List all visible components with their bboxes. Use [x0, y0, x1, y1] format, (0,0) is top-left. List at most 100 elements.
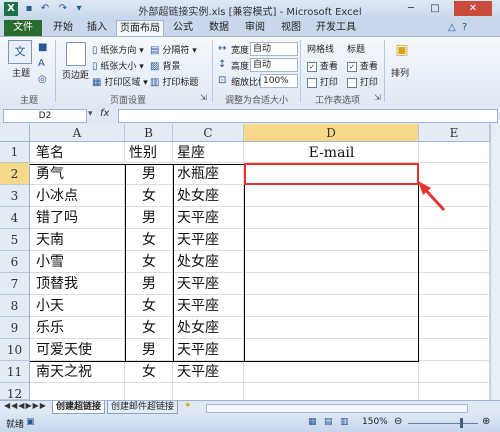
theme-effects-icon[interactable]: ◎ — [38, 74, 47, 85]
table-cell[interactable]: 天平座 — [173, 229, 244, 251]
name-box[interactable]: D2 — [3, 109, 87, 123]
tab-review[interactable]: 审阅 — [240, 20, 270, 36]
page-setup-launcher-icon[interactable]: ⇲ — [200, 93, 207, 102]
normal-view-icon[interactable]: ▦ — [308, 417, 317, 427]
tab-insert[interactable]: 插入 — [82, 20, 112, 36]
header-cell[interactable]: E-mail — [244, 142, 419, 163]
table-cell[interactable]: 天平座 — [173, 273, 244, 295]
table-cell[interactable]: 女 — [125, 185, 173, 207]
table-cell[interactable]: 处女座 — [173, 317, 244, 339]
maximize-button[interactable]: □ — [424, 1, 446, 16]
close-button[interactable]: ✕ — [454, 1, 492, 16]
table-cell[interactable]: 天平座 — [173, 295, 244, 317]
tab-formulas[interactable]: 公式 — [168, 20, 198, 36]
margins-button[interactable]: 页边距 — [62, 68, 89, 81]
table-cell[interactable] — [244, 361, 419, 383]
table-cell[interactable]: 女 — [125, 251, 173, 273]
table-cell[interactable]: 小雪 — [30, 251, 125, 273]
height-dropdown[interactable]: 自动 — [250, 58, 298, 72]
sheet-nav-arrows-icon[interactable]: ◀◀◀▶▶▶ — [4, 401, 47, 410]
table-cell[interactable]: 处女座 — [173, 185, 244, 207]
gridlines-print-checkbox[interactable]: 打印 — [307, 75, 338, 88]
headings-view-checkbox[interactable]: ✓ 查看 — [347, 59, 378, 72]
orientation-button[interactable]: ▯ 纸张方向 ▾ — [92, 43, 144, 56]
insert-sheet-icon[interactable]: ✦ — [184, 401, 192, 411]
table-cell[interactable]: 乐乐 — [30, 317, 125, 339]
theme-button-label[interactable]: 主题 — [12, 66, 30, 79]
zoom-slider-thumb[interactable] — [460, 418, 463, 428]
page-layout-view-icon[interactable]: ▤ — [324, 417, 333, 427]
table-cell[interactable]: 男 — [125, 163, 173, 185]
minimize-button[interactable]: ─ — [400, 1, 422, 16]
row-header[interactable]: 7 — [0, 273, 30, 295]
help-icon[interactable]: ? — [462, 22, 467, 33]
arrange-icon[interactable]: ▣ — [392, 42, 412, 62]
row-header[interactable]: 3 — [0, 185, 30, 207]
formula-input[interactable] — [118, 109, 498, 123]
row-header[interactable]: 10 — [0, 339, 30, 361]
gridlines-view-checkbox[interactable]: ✓ 查看 — [307, 59, 338, 72]
table-cell[interactable]: 可爱天使 — [30, 339, 125, 361]
row-header[interactable]: 5 — [0, 229, 30, 251]
row-header[interactable]: 2 — [0, 163, 30, 185]
table-cell[interactable] — [244, 295, 419, 317]
header-cell[interactable]: 笔名 — [30, 142, 125, 163]
table-cell[interactable]: 天南 — [30, 229, 125, 251]
table-cell[interactable]: 男 — [125, 273, 173, 295]
vertical-scrollbar[interactable] — [490, 124, 500, 400]
print-titles-button[interactable]: ▥ 打印标题 — [150, 75, 198, 88]
column-header-c[interactable]: C — [173, 124, 244, 142]
breaks-button[interactable]: ▤ 分隔符 ▾ — [150, 43, 197, 56]
table-cell[interactable]: 处女座 — [173, 251, 244, 273]
table-cell[interactable] — [244, 207, 419, 229]
column-header-e[interactable]: E — [419, 124, 490, 142]
scale-spinner[interactable]: 100% — [260, 74, 298, 88]
header-cell[interactable]: 星座 — [173, 142, 244, 163]
table-cell[interactable]: 天平座 — [173, 339, 244, 361]
margins-icon[interactable] — [66, 42, 86, 66]
zoom-slider[interactable] — [408, 423, 478, 424]
zoom-level[interactable]: 150% — [362, 417, 388, 427]
table-cell[interactable]: 女 — [125, 361, 173, 383]
table-cell[interactable]: 女 — [125, 229, 173, 251]
sheet-tab-create-hyperlink[interactable]: 创建超链接 — [52, 401, 106, 414]
table-cell[interactable]: 天平座 — [173, 361, 244, 383]
theme-colors-icon[interactable]: ■ — [38, 42, 47, 53]
sheet-tab-create-mail-hyperlink[interactable]: 创建邮件超链接 — [107, 401, 179, 414]
sheet-options-launcher-icon[interactable]: ⇲ — [374, 93, 381, 102]
table-cell[interactable] — [244, 185, 419, 207]
macro-record-icon[interactable]: ▣ — [26, 417, 35, 427]
theme-fonts-icon[interactable]: A — [38, 58, 45, 69]
row-header[interactable]: 11 — [0, 361, 30, 383]
selected-cell-d2[interactable] — [244, 163, 419, 185]
table-cell[interactable] — [244, 251, 419, 273]
background-button[interactable]: ▨ 背景 — [150, 59, 180, 72]
table-cell[interactable]: 小天 — [30, 295, 125, 317]
table-cell[interactable] — [244, 273, 419, 295]
row-header[interactable]: 1 — [0, 142, 30, 163]
select-all-corner[interactable] — [0, 124, 30, 142]
row-header[interactable]: 6 — [0, 251, 30, 273]
table-cell[interactable]: 顶替我 — [30, 273, 125, 295]
page-break-view-icon[interactable]: ▥ — [340, 417, 349, 427]
tab-file[interactable]: 文件 — [4, 20, 42, 36]
row-header[interactable]: 8 — [0, 295, 30, 317]
column-header-b[interactable]: B — [125, 124, 173, 142]
table-cell[interactable] — [244, 339, 419, 361]
row-header[interactable]: 9 — [0, 317, 30, 339]
header-cell[interactable]: 性别 — [125, 142, 173, 163]
column-header-a[interactable]: A — [30, 124, 125, 142]
tab-view[interactable]: 视图 — [276, 20, 306, 36]
table-cell[interactable]: 错了吗 — [30, 207, 125, 229]
table-cell[interactable]: 天平座 — [173, 207, 244, 229]
tab-page-layout[interactable]: 页面布局 — [116, 20, 164, 37]
zoom-out-icon[interactable]: ⊖ — [394, 416, 402, 427]
table-cell[interactable]: 女 — [125, 317, 173, 339]
ribbon-minimize-icon[interactable]: △ — [448, 22, 456, 33]
name-box-dropdown-icon[interactable]: ▾ — [88, 109, 93, 119]
table-cell[interactable]: 南天之祝 — [30, 361, 125, 383]
table-cell[interactable]: 水瓶座 — [173, 163, 244, 185]
headings-print-checkbox[interactable]: 打印 — [347, 75, 378, 88]
table-cell[interactable]: 小冰点 — [30, 185, 125, 207]
table-cell[interactable]: 女 — [125, 295, 173, 317]
